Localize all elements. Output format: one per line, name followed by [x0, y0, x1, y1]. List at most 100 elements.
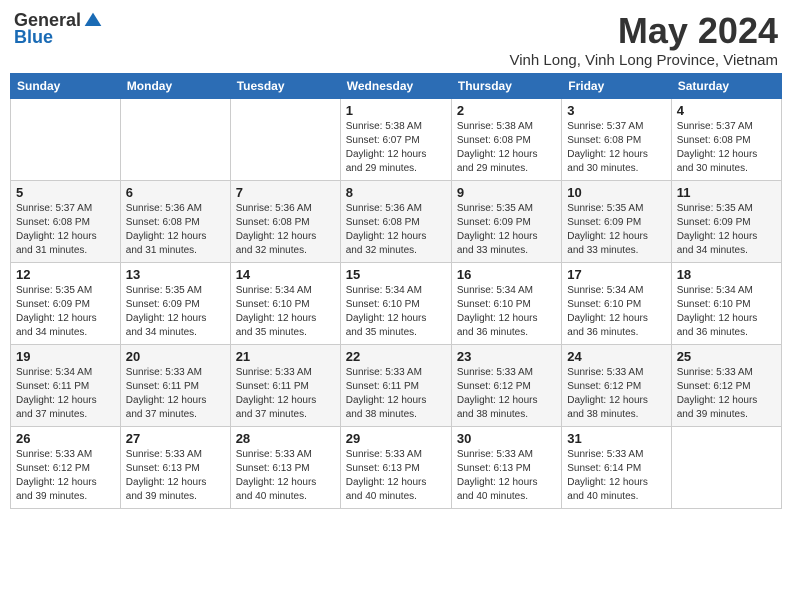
day-info: Sunrise: 5:33 AM Sunset: 6:13 PM Dayligh…	[236, 448, 335, 504]
calendar-cell: 28 Sunrise: 5:33 AM Sunset: 6:13 PM Dayli…	[230, 427, 340, 509]
day-info: Sunrise: 5:34 AM Sunset: 6:10 PM Dayligh…	[677, 284, 776, 340]
day-number: 10	[567, 185, 665, 200]
calendar-cell: 20Sunrise: 5:33 AM Sunset: 6:11 PM Dayli…	[120, 345, 230, 427]
day-number: 26	[16, 431, 115, 446]
week-row-3: 12 Sunrise: 5:35 AM Sunset: 6:09 PM Dayli…	[11, 263, 782, 345]
header-thursday: Thursday	[451, 74, 561, 99]
day-number: 14	[236, 267, 335, 282]
day-info: Sunrise: 5:34 AM Sunset: 6:10 PM Dayligh…	[567, 284, 665, 340]
day-info: Sunrise: 5:34 AM Sunset: 6:11 PM Dayligh…	[16, 366, 115, 422]
day-number: 9	[457, 185, 556, 200]
day-info: Sunrise: 5:37 AM Sunset: 6:08 PM Dayligh…	[567, 120, 665, 176]
day-number: 24	[567, 349, 665, 364]
week-row-5: 26Sunrise: 5:33 AM Sunset: 6:12 PM Dayli…	[11, 427, 782, 509]
page-header: General Blue May 2024 Vinh Long, Vinh Lo…	[10, 10, 782, 69]
day-info: Sunrise: 5:35 AM Sunset: 6:09 PM Dayligh…	[567, 202, 665, 258]
calendar-cell: 23Sunrise: 5:33 AM Sunset: 6:12 PM Dayli…	[451, 345, 561, 427]
day-info: Sunrise: 5:33 AM Sunset: 6:11 PM Dayligh…	[346, 366, 446, 422]
calendar-cell: 6Sunrise: 5:36 AM Sunset: 6:08 PM Daylig…	[120, 181, 230, 263]
calendar-cell: 29 Sunrise: 5:33 AM Sunset: 6:13 PM Dayli…	[340, 427, 451, 509]
calendar-cell: 11 Sunrise: 5:35 AM Sunset: 6:09 PM Dayli…	[671, 181, 781, 263]
day-info: Sunrise: 5:35 AM Sunset: 6:09 PM Dayligh…	[677, 202, 776, 258]
day-number: 31	[567, 431, 665, 446]
day-number: 4	[677, 103, 776, 118]
calendar-cell: 12 Sunrise: 5:35 AM Sunset: 6:09 PM Dayli…	[11, 263, 121, 345]
day-number: 16	[457, 267, 556, 282]
calendar-cell: 3Sunrise: 5:37 AM Sunset: 6:08 PM Daylig…	[562, 99, 671, 181]
day-number: 15	[346, 267, 446, 282]
calendar-cell	[120, 99, 230, 181]
day-info: Sunrise: 5:35 AM Sunset: 6:09 PM Dayligh…	[16, 284, 115, 340]
day-info: Sunrise: 5:37 AM Sunset: 6:08 PM Dayligh…	[16, 202, 115, 258]
logo-icon	[83, 11, 103, 31]
calendar-cell: 22 Sunrise: 5:33 AM Sunset: 6:11 PM Dayli…	[340, 345, 451, 427]
day-number: 11	[677, 185, 776, 200]
calendar-cell: 18 Sunrise: 5:34 AM Sunset: 6:10 PM Dayli…	[671, 263, 781, 345]
title-section: May 2024 Vinh Long, Vinh Long Province, …	[509, 10, 778, 69]
day-number: 22	[346, 349, 446, 364]
header-monday: Monday	[120, 74, 230, 99]
day-number: 6	[126, 185, 225, 200]
day-number: 12	[16, 267, 115, 282]
calendar-cell: 16 Sunrise: 5:34 AM Sunset: 6:10 PM Dayli…	[451, 263, 561, 345]
day-info: Sunrise: 5:38 AM Sunset: 6:07 PM Dayligh…	[346, 120, 446, 176]
header-tuesday: Tuesday	[230, 74, 340, 99]
day-number: 27	[126, 431, 225, 446]
day-number: 8	[346, 185, 446, 200]
day-info: Sunrise: 5:33 AM Sunset: 6:13 PM Dayligh…	[126, 448, 225, 504]
calendar-cell: 1 Sunrise: 5:38 AM Sunset: 6:07 PM Daylig…	[340, 99, 451, 181]
calendar-cell: 24 Sunrise: 5:33 AM Sunset: 6:12 PM Dayli…	[562, 345, 671, 427]
calendar-body: 1 Sunrise: 5:38 AM Sunset: 6:07 PM Daylig…	[11, 99, 782, 509]
header-sunday: Sunday	[11, 74, 121, 99]
day-number: 30	[457, 431, 556, 446]
day-number: 29	[346, 431, 446, 446]
day-number: 18	[677, 267, 776, 282]
calendar-cell: 7Sunrise: 5:36 AM Sunset: 6:08 PM Daylig…	[230, 181, 340, 263]
day-number: 25	[677, 349, 776, 364]
calendar-cell: 4 Sunrise: 5:37 AM Sunset: 6:08 PM Daylig…	[671, 99, 781, 181]
header-saturday: Saturday	[671, 74, 781, 99]
calendar-cell: 30 Sunrise: 5:33 AM Sunset: 6:13 PM Dayli…	[451, 427, 561, 509]
calendar-cell: 31 Sunrise: 5:33 AM Sunset: 6:14 PM Dayli…	[562, 427, 671, 509]
day-info: Sunrise: 5:38 AM Sunset: 6:08 PM Dayligh…	[457, 120, 556, 176]
calendar-cell: 8Sunrise: 5:36 AM Sunset: 6:08 PM Daylig…	[340, 181, 451, 263]
day-info: Sunrise: 5:33 AM Sunset: 6:13 PM Dayligh…	[346, 448, 446, 504]
day-number: 28	[236, 431, 335, 446]
header-friday: Friday	[562, 74, 671, 99]
calendar-cell: 25 Sunrise: 5:33 AM Sunset: 6:12 PM Dayli…	[671, 345, 781, 427]
day-info: Sunrise: 5:33 AM Sunset: 6:11 PM Dayligh…	[236, 366, 335, 422]
calendar-cell: 15 Sunrise: 5:34 AM Sunset: 6:10 PM Dayli…	[340, 263, 451, 345]
calendar-cell: 2 Sunrise: 5:38 AM Sunset: 6:08 PM Daylig…	[451, 99, 561, 181]
calendar-table: SundayMondayTuesdayWednesdayThursdayFrid…	[10, 73, 782, 509]
logo: General Blue	[14, 10, 103, 48]
day-info: Sunrise: 5:34 AM Sunset: 6:10 PM Dayligh…	[346, 284, 446, 340]
header-wednesday: Wednesday	[340, 74, 451, 99]
day-info: Sunrise: 5:34 AM Sunset: 6:10 PM Dayligh…	[457, 284, 556, 340]
day-info: Sunrise: 5:33 AM Sunset: 6:12 PM Dayligh…	[567, 366, 665, 422]
day-info: Sunrise: 5:35 AM Sunset: 6:09 PM Dayligh…	[457, 202, 556, 258]
calendar-cell: 14 Sunrise: 5:34 AM Sunset: 6:10 PM Dayli…	[230, 263, 340, 345]
calendar-cell: 26Sunrise: 5:33 AM Sunset: 6:12 PM Dayli…	[11, 427, 121, 509]
day-info: Sunrise: 5:37 AM Sunset: 6:08 PM Dayligh…	[677, 120, 776, 176]
calendar-cell: 17Sunrise: 5:34 AM Sunset: 6:10 PM Dayli…	[562, 263, 671, 345]
calendar-cell: 19Sunrise: 5:34 AM Sunset: 6:11 PM Dayli…	[11, 345, 121, 427]
calendar-cell	[230, 99, 340, 181]
day-info: Sunrise: 5:33 AM Sunset: 6:12 PM Dayligh…	[677, 366, 776, 422]
day-info: Sunrise: 5:33 AM Sunset: 6:14 PM Dayligh…	[567, 448, 665, 504]
week-row-2: 5Sunrise: 5:37 AM Sunset: 6:08 PM Daylig…	[11, 181, 782, 263]
day-info: Sunrise: 5:34 AM Sunset: 6:10 PM Dayligh…	[236, 284, 335, 340]
logo-blue-text: Blue	[14, 27, 53, 48]
day-number: 1	[346, 103, 446, 118]
day-info: Sunrise: 5:35 AM Sunset: 6:09 PM Dayligh…	[126, 284, 225, 340]
day-number: 2	[457, 103, 556, 118]
calendar-cell: 27 Sunrise: 5:33 AM Sunset: 6:13 PM Dayli…	[120, 427, 230, 509]
day-number: 7	[236, 185, 335, 200]
day-info: Sunrise: 5:33 AM Sunset: 6:13 PM Dayligh…	[457, 448, 556, 504]
calendar-header: SundayMondayTuesdayWednesdayThursdayFrid…	[11, 74, 782, 99]
calendar-cell: 13 Sunrise: 5:35 AM Sunset: 6:09 PM Dayli…	[120, 263, 230, 345]
week-row-4: 19Sunrise: 5:34 AM Sunset: 6:11 PM Dayli…	[11, 345, 782, 427]
month-title: May 2024	[509, 10, 778, 52]
day-info: Sunrise: 5:33 AM Sunset: 6:11 PM Dayligh…	[126, 366, 225, 422]
day-number: 23	[457, 349, 556, 364]
day-number: 13	[126, 267, 225, 282]
